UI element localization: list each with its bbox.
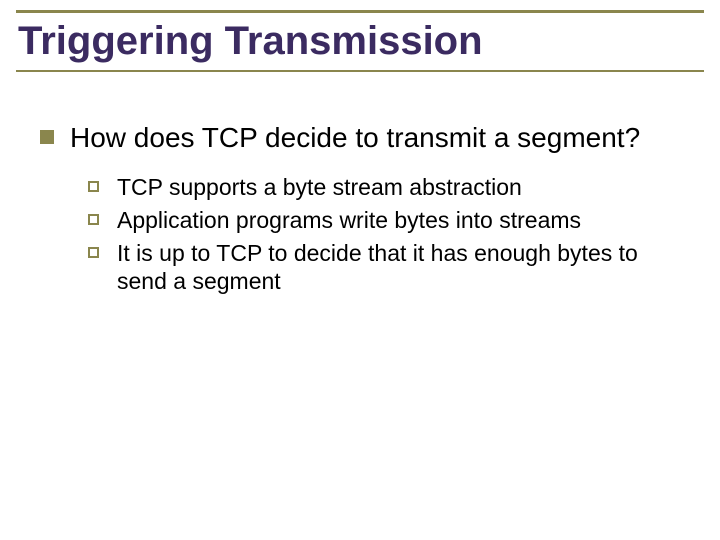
- list-item: Application programs write bytes into st…: [88, 206, 680, 235]
- slide: Triggering Transmission How does TCP dec…: [0, 0, 720, 540]
- slide-body: How does TCP decide to transmit a segmen…: [40, 120, 680, 300]
- list-item: How does TCP decide to transmit a segmen…: [40, 120, 680, 155]
- main-bullet-text: How does TCP decide to transmit a segmen…: [70, 120, 640, 155]
- outline-bullet-icon: [88, 214, 99, 225]
- square-bullet-icon: [40, 130, 54, 144]
- list-item: TCP supports a byte stream abstraction: [88, 173, 680, 202]
- title-rule-bottom: [16, 70, 704, 72]
- list-item: It is up to TCP to decide that it has en…: [88, 239, 680, 297]
- sub-bullet-text: Application programs write bytes into st…: [117, 206, 581, 235]
- sub-list: TCP supports a byte stream abstraction A…: [88, 173, 680, 296]
- title-rule-top: [16, 10, 704, 13]
- sub-bullet-text: TCP supports a byte stream abstraction: [117, 173, 522, 202]
- sub-bullet-text: It is up to TCP to decide that it has en…: [117, 239, 680, 297]
- title-block: Triggering Transmission: [16, 10, 704, 72]
- outline-bullet-icon: [88, 181, 99, 192]
- outline-bullet-icon: [88, 247, 99, 258]
- slide-title: Triggering Transmission: [16, 15, 704, 70]
